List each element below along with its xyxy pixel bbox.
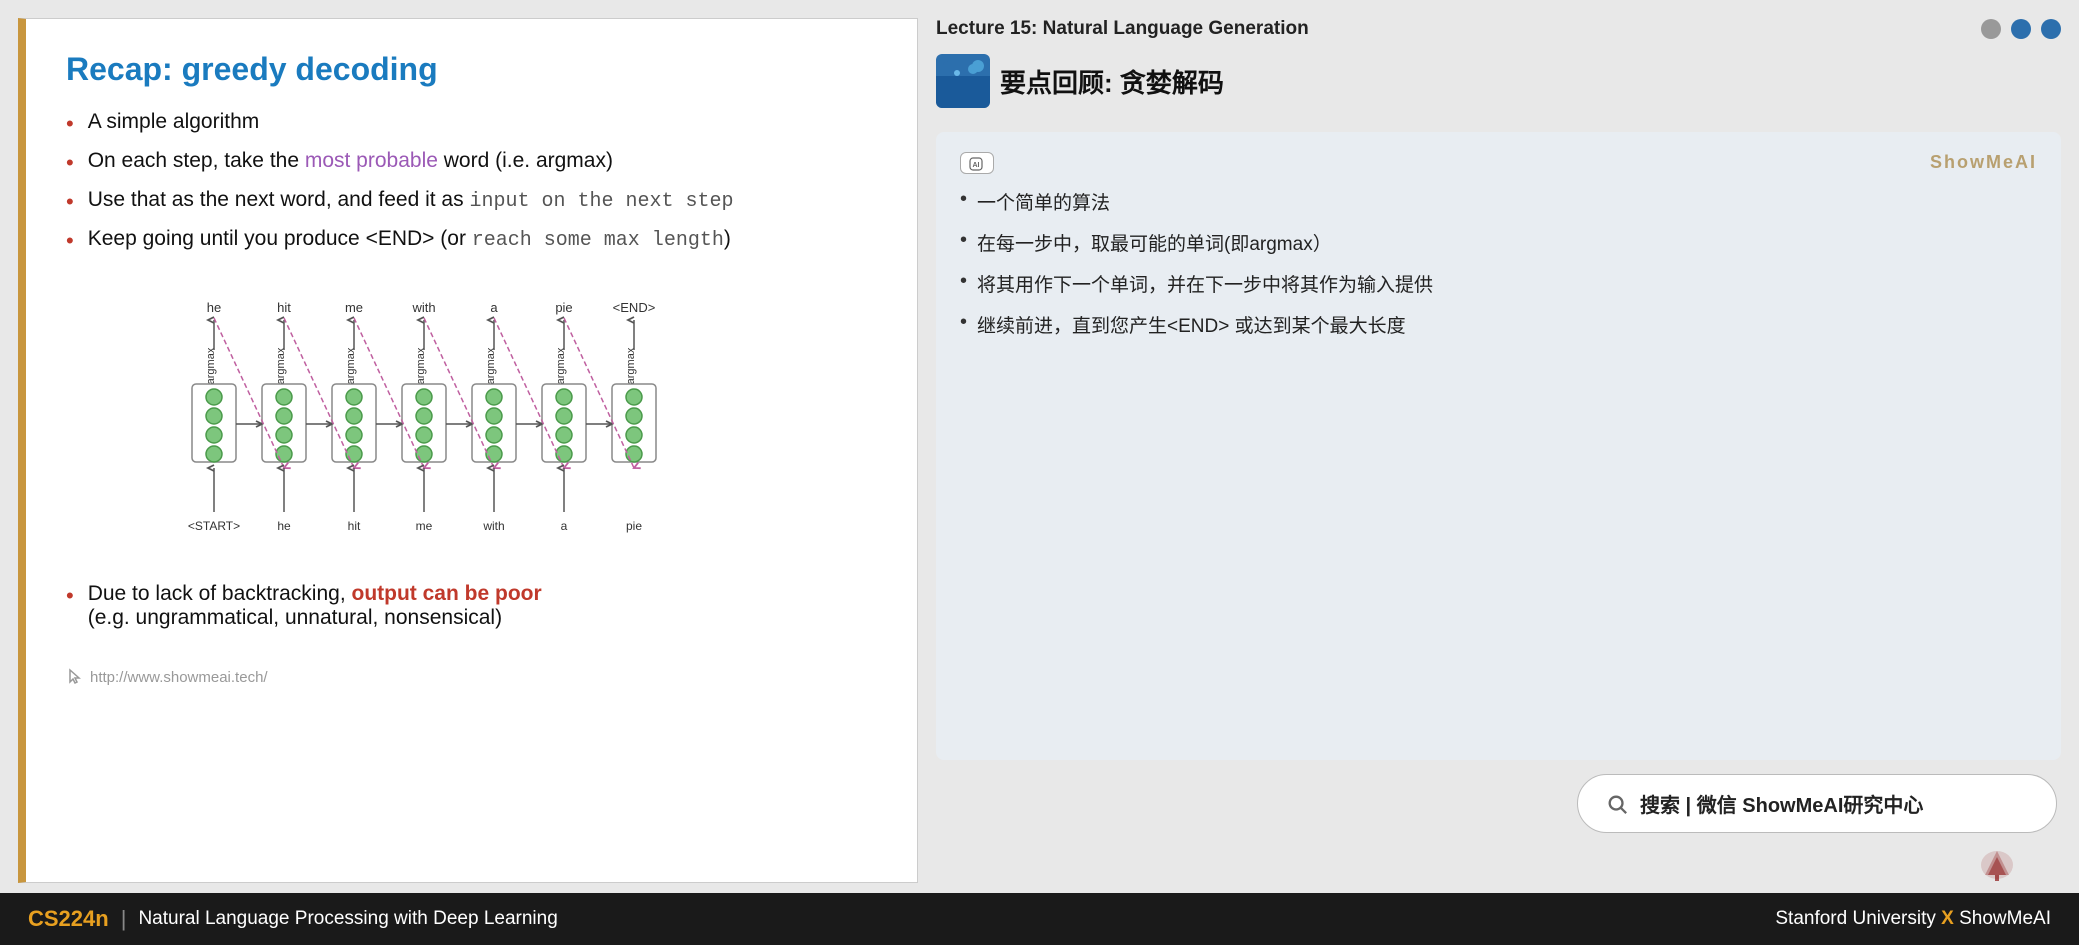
svg-text:hit: hit (277, 300, 291, 315)
translation-item-1: 一个简单的算法 (960, 188, 2037, 215)
svg-text:me: me (344, 300, 362, 315)
bullet-list: A simple algorithm On each step, take th… (66, 110, 877, 266)
stanford-logo (1977, 847, 2057, 883)
showmeai-watermark: ShowMeAI (1930, 152, 2037, 173)
nav-dot-2[interactable] (2011, 19, 2031, 39)
logo-svg (943, 61, 983, 101)
bottom-bar-right: Stanford University X ShowMeAI (1775, 908, 2051, 930)
svg-text:argmax: argmax (415, 347, 427, 384)
university-name: Stanford University (1775, 908, 1936, 929)
svg-text:<END>: <END> (612, 300, 655, 315)
bottom-bar-left: CS224n | Natural Language Processing wit… (28, 906, 558, 932)
right-panel: Lecture 15: Natural Language Generation … (936, 18, 2061, 883)
brand-name: ShowMeAI (1959, 908, 2051, 929)
neural-diagram: he hit me with a pie <END> argmax argmax… (66, 294, 877, 554)
search-label: 搜索 | 微信 ShowMeAI研究中心 (1640, 789, 1923, 818)
svg-text:argmax: argmax (345, 347, 357, 384)
translation-item-3: 将其用作下一个单词，并在下一步中将其作为输入提供 (960, 270, 2037, 297)
slide-title: Recap: greedy decoding (66, 51, 877, 88)
svg-text:me: me (415, 519, 432, 533)
translation-box: AI ShowMeAI 一个简单的算法 在每一步中，取最可能的单词(即argma… (936, 132, 2061, 760)
search-bar[interactable]: 搜索 | 微信 ShowMeAI研究中心 (1577, 774, 2057, 833)
bullet-4: Keep going until you produce <END> (or r… (66, 227, 877, 254)
svg-text:<START>: <START> (187, 519, 239, 533)
svg-text:with: with (411, 300, 435, 315)
svg-text:pie: pie (625, 519, 641, 533)
bottom-bullet-list: Due to lack of backtracking, output can … (66, 582, 877, 642)
svg-text:argmax: argmax (205, 347, 217, 384)
course-code: CS224n (28, 906, 109, 932)
svg-text:a: a (490, 300, 498, 315)
x-mark: X (1941, 908, 1959, 929)
diagram-svg: he hit me with a pie <END> argmax argmax… (172, 294, 772, 554)
svg-text:pie: pie (555, 300, 572, 315)
showmeai-logo (936, 54, 990, 108)
svg-text:he: he (277, 519, 291, 533)
svg-text:hit: hit (347, 519, 360, 533)
svg-text:argmax: argmax (625, 347, 637, 384)
section-header: 要点回顾: 贪婪解码 (936, 54, 2061, 108)
ai-badge: AI (960, 152, 994, 174)
right-top-row: Lecture 15: Natural Language Generation (936, 18, 2061, 40)
bullet-2: On each step, take the most probable wor… (66, 149, 877, 176)
course-name: Natural Language Processing with Deep Le… (138, 908, 557, 930)
nav-dot-1[interactable] (1981, 19, 2001, 39)
section-title: 要点回顾: 贪婪解码 (1000, 63, 1224, 100)
translation-item-2: 在每一步中，取最可能的单词(即argmax） (960, 229, 2037, 256)
nav-dot-3[interactable] (2041, 19, 2061, 39)
svg-text:AI: AI (973, 162, 980, 169)
bullet-1: A simple algorithm (66, 110, 877, 137)
source-link: http://www.showmeai.tech/ (66, 668, 877, 686)
nav-dots (1981, 19, 2061, 39)
cursor-icon (66, 668, 84, 686)
translation-list: 一个简单的算法 在每一步中，取最可能的单词(即argmax） 将其用作下一个单词… (960, 188, 2037, 338)
translation-box-header: AI ShowMeAI (960, 152, 2037, 174)
svg-text:he: he (206, 300, 220, 315)
stanford-area (936, 847, 2061, 883)
ai-icon: AI (969, 157, 983, 171)
svg-text:argmax: argmax (485, 347, 497, 384)
search-icon (1606, 793, 1628, 815)
slide-panel: Recap: greedy decoding A simple algorith… (18, 18, 918, 883)
bottom-bullet-item: Due to lack of backtracking, output can … (66, 582, 877, 630)
svg-text:a: a (560, 519, 567, 533)
translation-item-4: 继续前进，直到您产生<END> 或达到某个最大长度 (960, 311, 2037, 338)
lecture-title: Lecture 15: Natural Language Generation (936, 18, 1313, 40)
bullet-3: Use that as the next word, and feed it a… (66, 188, 877, 215)
source-url[interactable]: http://www.showmeai.tech/ (90, 669, 268, 686)
svg-text:argmax: argmax (275, 347, 287, 384)
svg-text:with: with (482, 519, 504, 533)
bottom-bar: CS224n | Natural Language Processing wit… (0, 893, 2079, 945)
svg-text:argmax: argmax (555, 347, 567, 384)
